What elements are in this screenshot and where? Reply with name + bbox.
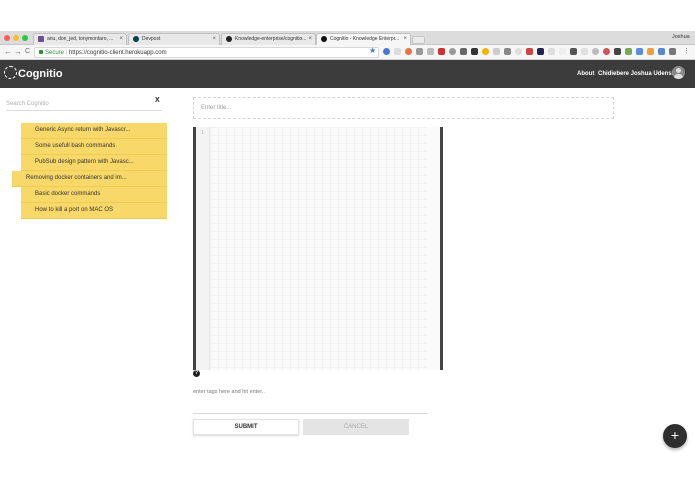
cancel-button[interactable]: CANCEL — [303, 419, 409, 435]
close-tab-icon[interactable]: × — [119, 34, 123, 45]
extension-icon[interactable] — [548, 48, 555, 55]
nav-user-name[interactable]: Chidiebere Joshua Udensi — [598, 71, 673, 77]
extension-icon[interactable] — [636, 48, 643, 55]
github-favicon-icon — [226, 36, 232, 42]
address-bar[interactable]: Secure | https://cognitio-client.herokua… — [34, 47, 379, 58]
search-input[interactable]: Search Cognitio — [6, 99, 162, 111]
extension-icon[interactable] — [603, 48, 610, 55]
avatar-head-icon — [676, 68, 681, 73]
avatar-body-icon — [674, 74, 683, 79]
note-list-item[interactable]: Basic docker commands — [21, 187, 167, 203]
close-tab-icon[interactable]: × — [308, 34, 312, 45]
secure-label: Secure — [45, 50, 65, 56]
extension-icon[interactable] — [427, 48, 434, 55]
lock-icon — [39, 50, 43, 55]
url-text: https://cognitio-client.herokuapp.com — [68, 50, 167, 56]
extension-icon[interactable] — [669, 48, 676, 55]
extension-icon[interactable] — [416, 48, 423, 55]
window-maximize-icon[interactable] — [22, 35, 28, 41]
help-icon[interactable]: ? — [193, 370, 200, 377]
profile-name[interactable]: Joshua — [672, 34, 690, 40]
tab-label: anu, don_jed, tonymontaro, ... — [47, 36, 114, 42]
browser-tab-github-repo[interactable]: Knowledge-enterprise/cognitio... × — [221, 33, 316, 45]
extension-icon[interactable] — [482, 48, 489, 55]
user-avatar[interactable] — [672, 66, 685, 79]
brand-name[interactable]: Cognitio — [18, 68, 63, 80]
add-note-button[interactable]: + — [663, 424, 687, 448]
close-tab-icon[interactable]: × — [212, 34, 216, 45]
editor-canvas[interactable] — [210, 127, 426, 370]
extension-icon[interactable] — [515, 48, 522, 55]
extension-icon[interactable] — [471, 48, 478, 55]
note-list-item[interactable]: Generic Async return with Javascr... — [21, 123, 167, 139]
forward-icon[interactable]: → — [14, 46, 22, 58]
note-list-item[interactable]: PubSub design pattern with Javasc... — [21, 155, 167, 171]
tab-label: Cognitio - Knowledge Enterpr... — [330, 36, 400, 42]
extension-icon[interactable] — [559, 48, 566, 55]
line-number: 1 — [201, 130, 204, 136]
extension-icon[interactable] — [438, 48, 445, 55]
browser-tab-github-users[interactable]: anu, don_jed, tonymontaro, ... × — [33, 33, 127, 45]
title-input[interactable]: Enter title... — [193, 97, 614, 119]
back-icon[interactable]: ← — [4, 46, 12, 58]
extension-icon[interactable] — [504, 48, 511, 55]
devpost-favicon-icon — [133, 36, 139, 42]
close-tab-icon[interactable]: × — [403, 34, 407, 45]
cognitio-logo-icon — [4, 66, 17, 79]
extension-icon[interactable] — [449, 48, 456, 55]
window-close-icon[interactable] — [4, 35, 10, 41]
extension-icon[interactable] — [394, 48, 401, 55]
new-tab-button[interactable] — [412, 36, 425, 44]
extension-icon[interactable] — [625, 48, 632, 55]
extension-icon[interactable] — [460, 48, 467, 55]
note-list-item[interactable]: How to kill a port on MAC OS — [21, 203, 167, 219]
tab-label: Knowledge-enterprise/cognitio... — [235, 36, 307, 42]
browser-tab-devpost[interactable]: Devpost × — [128, 33, 220, 45]
extension-icon[interactable] — [614, 48, 621, 55]
tab-label: Devpost — [142, 36, 161, 42]
note-list-item-selected[interactable]: Removing docker containers and im... — [12, 171, 167, 187]
submit-button[interactable]: SUBMIT — [193, 419, 299, 435]
tags-input[interactable]: enter tags here and hit enter.. — [193, 387, 428, 414]
extension-icon[interactable] — [647, 48, 654, 55]
extension-icon[interactable] — [592, 48, 599, 55]
extension-icon[interactable] — [581, 48, 588, 55]
reload-icon[interactable]: C — [25, 46, 30, 58]
clear-search-button[interactable]: X — [155, 97, 160, 104]
extension-icon[interactable] — [493, 48, 500, 55]
bookmark-star-icon[interactable]: ★ — [369, 46, 376, 55]
nav-about-link[interactable]: About — [577, 71, 594, 77]
extension-icon[interactable] — [526, 48, 533, 55]
extension-icon[interactable] — [383, 48, 390, 55]
extension-icon[interactable] — [658, 48, 665, 55]
extension-icon[interactable] — [570, 48, 577, 55]
window-minimize-icon[interactable] — [13, 35, 19, 41]
note-list-item[interactable]: Some usefull bash commands — [21, 139, 167, 155]
line-number-gutter: 1 — [196, 127, 210, 370]
extension-icon[interactable] — [405, 48, 412, 55]
browser-menu-icon[interactable]: ⋮ — [683, 47, 690, 55]
slack-favicon-icon — [38, 36, 44, 42]
screen-top-margin — [0, 0, 695, 31]
extension-icon[interactable] — [537, 48, 544, 55]
cognitio-favicon-icon — [321, 36, 327, 42]
